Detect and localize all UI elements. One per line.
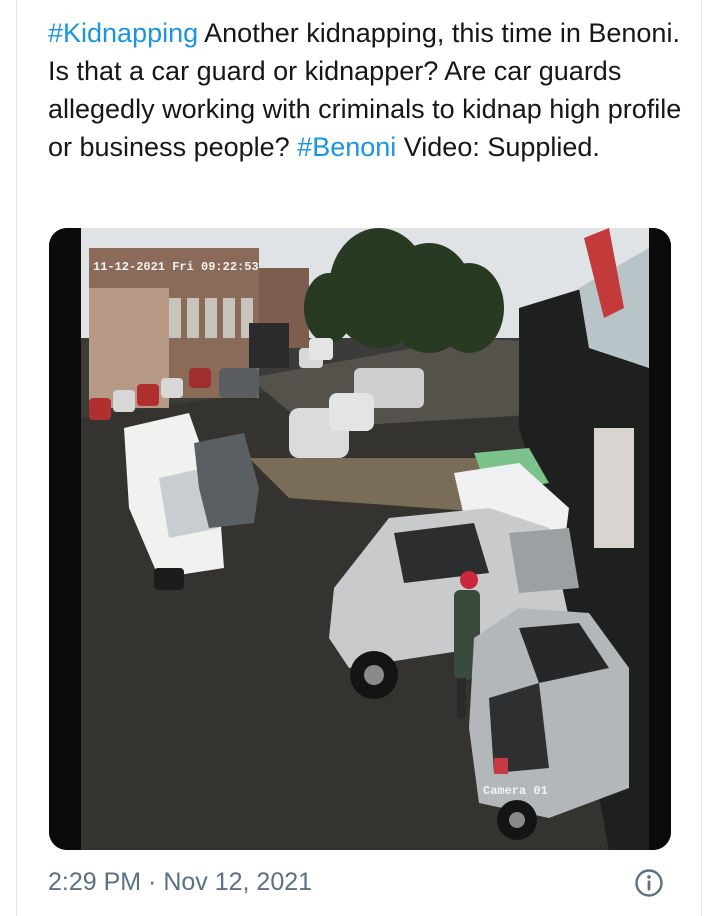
tweet-text: #Kidnapping Another kidnapping, this tim…: [48, 14, 688, 166]
tweet-timestamp[interactable]: 2:29 PM · Nov 12, 2021: [48, 868, 312, 897]
tweet-text-part-2: Video: Supplied.: [396, 132, 600, 162]
hashtag-benoni[interactable]: #Benoni: [297, 132, 396, 162]
hashtag-kidnapping[interactable]: #Kidnapping: [48, 18, 198, 48]
info-icon[interactable]: [634, 868, 664, 898]
cctv-timestamp: 11-12-2021 Fri 09:22:53: [93, 260, 259, 274]
cctv-video-frame: 11-12-2021 Fri 09:22:53 Camera 01: [49, 228, 671, 850]
video-media[interactable]: 11-12-2021 Fri 09:22:53 Camera 01: [49, 228, 671, 850]
tweet-meta-row: 2:29 PM · Nov 12, 2021: [48, 866, 678, 906]
camera-label: Camera 01: [483, 784, 548, 798]
